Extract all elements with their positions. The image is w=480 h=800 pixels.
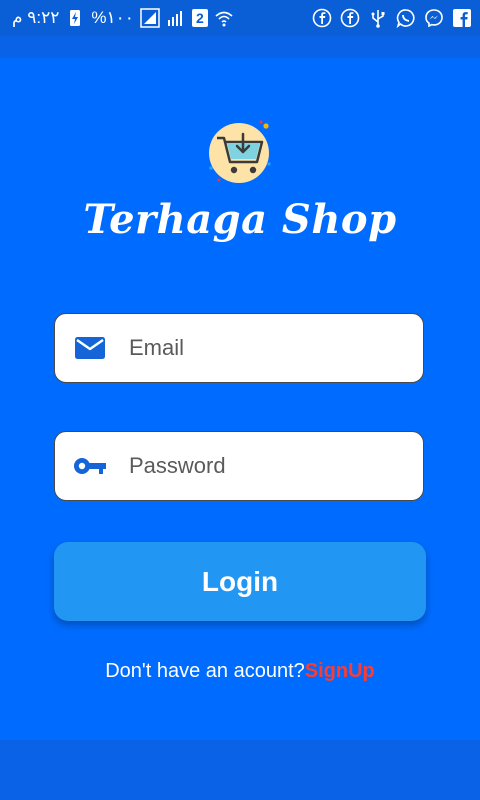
status-bar-right [312,8,472,28]
email-field[interactable] [54,313,424,383]
signup-prompt-text: Don't have an acount? [105,660,305,682]
status-bar: ٩:٢٢ م %١٠٠ 2 [0,0,480,36]
login-button[interactable]: Login [54,542,426,621]
signal-icon [166,8,186,28]
bottom-strip [0,740,480,800]
sim-2-icon: 2 [191,9,208,27]
app-title: Terhaga Shop [83,196,397,243]
key-icon [73,452,107,480]
battery-percent: %١٠٠ [91,8,134,27]
facebook-icon [452,8,472,28]
password-input[interactable] [127,452,381,480]
password-field[interactable] [54,431,424,501]
email-input[interactable] [127,334,381,362]
shopping-cart-icon [205,120,275,186]
facebook-icon [340,8,360,28]
messenger-icon [424,8,444,28]
wifi-icon [214,8,234,28]
signal-icon [140,8,160,28]
charging-battery-icon [65,8,85,28]
app-bar-strip [0,36,480,58]
usb-icon [368,8,388,28]
email-icon [73,334,107,362]
facebook-icon [312,8,332,28]
signup-link[interactable]: SignUp [305,660,375,682]
status-time: ٩:٢٢ م [12,8,60,27]
signup-prompt: Don't have an acount?SignUp [0,660,480,683]
whatsapp-icon [396,8,416,28]
status-bar-left: ٩:٢٢ م %١٠٠ 2 [12,8,234,28]
